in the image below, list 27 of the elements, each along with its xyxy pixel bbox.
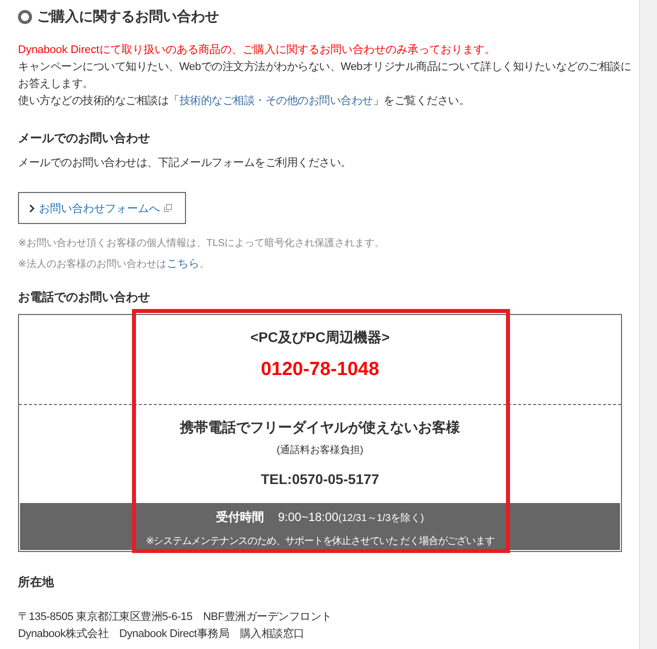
tech-text: 使い方などの技術的なご相談は「技術的なご相談・その他のお問い合わせ」をご覧ください。 — [18, 94, 470, 109]
notice-text: Dynabook Directにて取り扱いのある商品の、ご購入に関するお問い合わせのみ承っております。 — [18, 42, 496, 58]
hours-text: 9:00~18:00 — [278, 510, 338, 524]
maintenance-note: ※システムメンテナンスのため、サポートを休止させていた だく場合がございます — [146, 534, 494, 548]
external-link-icon — [164, 204, 172, 212]
hours-note: (12/31～1/3を除く) — [338, 512, 424, 525]
mobile-heading: 携帯電話でフリーダイヤルが使えないお客様 — [180, 419, 460, 437]
office-line: Dynabook株式会社 Dynabook Direct事務局 購入相談窓口 — [18, 626, 306, 642]
free-dial-number: 0120-78-1048 — [260, 359, 380, 381]
chevron-icon — [29, 204, 35, 212]
address-heading: 所在地 — [18, 574, 55, 591]
hours-label: 受付時間 — [216, 509, 264, 526]
privacy-note: ※お問い合わせ頂くお客様の個人情報は、TLSによって暗号化され保護されます。 — [18, 236, 386, 251]
section-title: ご購入に関するお問い合わせ — [37, 8, 219, 26]
tech-support-link[interactable]: 技術的なご相談・その他のお問い合わせ — [179, 95, 373, 107]
category-label: <PC及びPC周辺機器> — [250, 329, 390, 347]
charge-note: (通話料お客様負担) — [276, 444, 364, 457]
contact-form-button[interactable]: お問い合わせフォームへ — [18, 192, 186, 224]
phone-heading: お電話でのお問い合わせ — [18, 289, 151, 306]
intro-text: キャンペーンについて知りたい、Webでの注文方法がわからない、Webオリジナル商品について詳しく知りたいなどのご相談にお答えします。 — [18, 60, 632, 92]
mail-heading: メールでのお問い合わせ — [18, 130, 151, 147]
address-line: 〒135-8505 東京都江東区豊洲5-6-15 NBF豊洲ガーデンフロント — [18, 610, 333, 625]
corporate-note: ※法人のお客様のお問い合わせはこちら。 — [18, 257, 210, 272]
mobile-tel-number: TEL:0570-05-5177 — [260, 471, 380, 487]
ring-icon — [18, 10, 32, 24]
mail-text: メールでのお問い合わせは、下記メールフォームをご利用ください。 — [18, 156, 352, 171]
corporate-link[interactable]: こちら — [166, 258, 200, 270]
